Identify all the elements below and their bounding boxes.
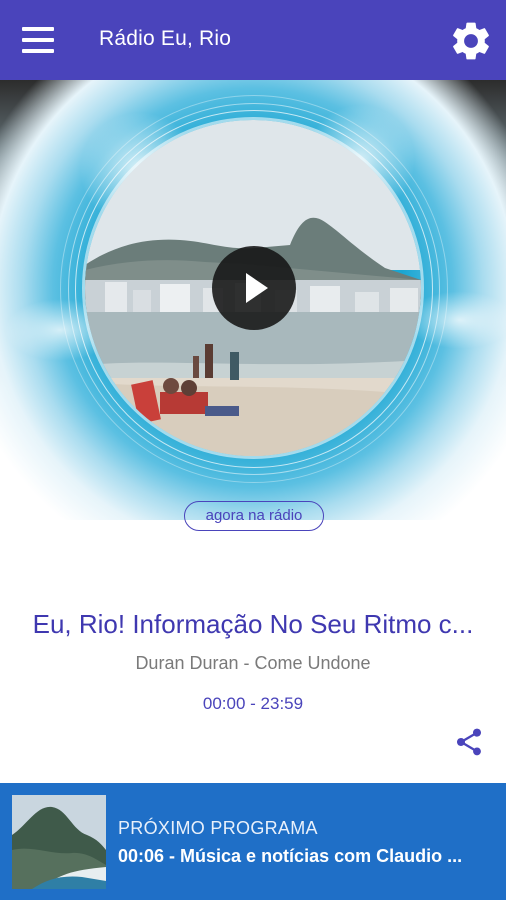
next-program-bar[interactable]: PRÓXIMO PROGRAMA 00:06 - Música e notíci…: [0, 783, 506, 900]
next-program-title: 00:06 - Música e notícias com Claudio ..…: [118, 846, 463, 866]
play-icon: [246, 273, 268, 303]
current-song: Duran Duran - Come Undone: [135, 653, 371, 673]
next-program-label: PRÓXIMO PROGRAMA: [118, 818, 318, 838]
program-title: Eu, Rio! Informação No Seu Ritmo c...: [32, 609, 474, 639]
program-hours: 00:00 - 23:59: [202, 694, 304, 713]
hamburger-icon[interactable]: [22, 27, 56, 55]
now-on-air-badge: agora na rádio: [184, 501, 324, 531]
gear-icon[interactable]: [448, 18, 494, 64]
app-bar: Rádio Eu, Rio: [0, 0, 506, 80]
share-icon[interactable]: [453, 726, 485, 758]
app-title: Rádio Eu, Rio: [99, 27, 232, 50]
play-button[interactable]: [212, 246, 296, 330]
next-program-thumbnail: [12, 795, 106, 889]
